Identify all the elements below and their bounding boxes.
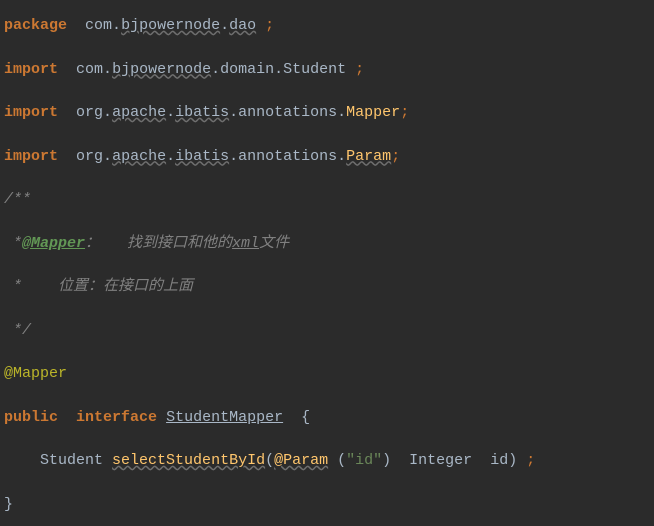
- import-segment: com: [76, 61, 103, 78]
- param-name: id: [490, 452, 508, 469]
- import-class: Student: [283, 61, 346, 78]
- pkg-segment: dao: [229, 17, 256, 34]
- code-line-close: }: [4, 483, 650, 526]
- javadoc-line: *@Mapper： 找到接口和他的xml文件: [4, 222, 650, 266]
- comment-xml: xml: [232, 235, 259, 252]
- keyword-import: import: [4, 104, 58, 121]
- brace-open: {: [301, 409, 310, 426]
- brace-close: }: [4, 496, 13, 513]
- pkg-segment: com: [85, 17, 112, 34]
- javadoc-line: /**: [4, 178, 650, 222]
- import-segment: ibatis: [175, 148, 229, 165]
- import-segment: annotations: [238, 104, 337, 121]
- code-line-import: import org.apache.ibatis.annotations.Par…: [4, 135, 650, 179]
- annotation-mapper: @Mapper: [4, 365, 67, 382]
- comment-open: /**: [4, 191, 31, 208]
- import-segment: domain: [220, 61, 274, 78]
- keyword-interface: interface: [76, 409, 157, 426]
- import-segment: apache: [112, 148, 166, 165]
- keyword-public: public: [4, 409, 58, 426]
- comment-text: * 位置：在接口的上面: [4, 278, 193, 295]
- annotation-param: @Param: [274, 452, 328, 469]
- comment-text: ： 找到接口和他的: [85, 235, 232, 252]
- import-segment: ibatis: [175, 104, 229, 121]
- javadoc-line: */: [4, 309, 650, 353]
- code-line-interface: public interface StudentMapper {: [4, 396, 650, 440]
- keyword-package: package: [4, 17, 67, 34]
- javadoc-line: * 位置：在接口的上面: [4, 265, 650, 309]
- pkg-segment: bjpowernode: [121, 17, 220, 34]
- keyword-import: import: [4, 61, 58, 78]
- string-literal: "id": [346, 452, 382, 469]
- interface-name: StudentMapper: [166, 409, 283, 426]
- method-name: selectStudentById: [112, 452, 265, 469]
- import-segment: org: [76, 104, 103, 121]
- comment-prefix: *: [4, 235, 22, 252]
- code-line-package: package com.bjpowernode.dao ;: [4, 4, 650, 48]
- code-line-method: Student selectStudentById(@Param ("id") …: [4, 439, 650, 483]
- code-line-import: import org.apache.ibatis.annotations.Map…: [4, 91, 650, 135]
- param-type: Integer: [409, 452, 472, 469]
- import-class: Param: [346, 148, 391, 165]
- import-segment: bjpowernode: [112, 61, 211, 78]
- code-line-import: import com.bjpowernode.domain.Student ;: [4, 48, 650, 92]
- import-segment: apache: [112, 104, 166, 121]
- comment-text: 文件: [259, 235, 289, 252]
- import-class: Mapper: [346, 104, 400, 121]
- import-segment: annotations: [238, 148, 337, 165]
- comment-close: */: [4, 322, 31, 339]
- import-segment: org: [76, 148, 103, 165]
- return-type: Student: [40, 452, 103, 469]
- code-line-annotation: @Mapper: [4, 352, 650, 396]
- keyword-import: import: [4, 148, 58, 165]
- javadoc-tag: @Mapper: [22, 235, 85, 252]
